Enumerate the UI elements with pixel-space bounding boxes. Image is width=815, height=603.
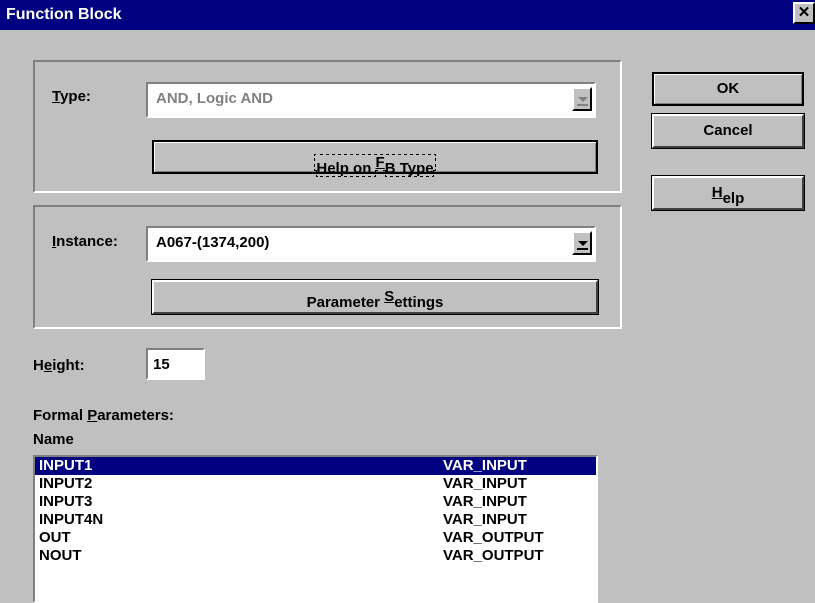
ok-button[interactable]: OK [652, 72, 804, 106]
title-bar: Function Block ✕ [0, 0, 815, 30]
dropdown-arrow-icon [578, 241, 588, 246]
list-item[interactable]: INPUT1 VAR_INPUT [35, 457, 596, 475]
dropdown-arrow-bar [577, 104, 588, 106]
parameter-settings-button[interactable]: Parameter Settings [152, 280, 598, 314]
height-label: Height: [33, 357, 85, 374]
name-column-header: Name [33, 431, 74, 448]
instance-value: A067-(1374,200) [156, 234, 270, 251]
param-name: NOUT [39, 547, 82, 564]
help-fb-pre: Help on [316, 160, 376, 177]
help-on-fb-type-focus: Help on FB Type [314, 154, 436, 177]
type-label: Type: [52, 88, 91, 105]
param-name: INPUT4N [39, 511, 104, 528]
close-button[interactable]: ✕ [793, 2, 815, 24]
list-item[interactable]: OUT VAR_OUTPUT [35, 529, 596, 547]
dropdown-arrow-icon [578, 97, 588, 102]
instance-dropdown-button[interactable] [572, 231, 592, 255]
param-kind: VAR_INPUT [443, 493, 527, 510]
close-icon: ✕ [797, 4, 811, 21]
height-ul: e [43, 357, 53, 374]
param-kind: VAR_OUTPUT [443, 547, 544, 564]
param-name: INPUT3 [39, 493, 93, 510]
param-name: INPUT2 [39, 475, 93, 492]
formal-post: arameters: [97, 407, 174, 424]
param-name: INPUT1 [39, 457, 93, 474]
formal-ul: P [87, 407, 98, 424]
type-dropdown-button [572, 87, 592, 111]
window-title: Function Block [6, 6, 122, 23]
param-name: OUT [39, 529, 71, 546]
param-pre: Parameter [306, 294, 385, 311]
list-item[interactable]: INPUT4N VAR_INPUT [35, 511, 596, 529]
formal-pre: Formal [33, 407, 88, 424]
param-kind: VAR_INPUT [443, 457, 527, 474]
height-post: ight: [52, 357, 85, 374]
help-fb-ul: F [375, 154, 385, 171]
cancel-label: Cancel [703, 122, 753, 139]
height-pre: H [33, 357, 44, 374]
param-kind: VAR_INPUT [443, 511, 527, 528]
height-input[interactable]: 15 [146, 348, 205, 380]
formal-parameters-list[interactable]: INPUT1 VAR_INPUT INPUT2 VAR_INPUT INPUT3… [33, 455, 598, 603]
cancel-button[interactable]: Cancel [652, 114, 804, 148]
param-kind: VAR_OUTPUT [443, 529, 544, 546]
instance-combobox[interactable]: A067-(1374,200) [146, 226, 596, 262]
formal-parameters-label: Formal Parameters: [33, 407, 174, 424]
param-kind: VAR_INPUT [443, 475, 527, 492]
type-label-accel: T [52, 88, 61, 105]
list-item[interactable]: INPUT2 VAR_INPUT [35, 475, 596, 493]
param-post: ettings [394, 294, 444, 311]
type-label-rest: ype: [60, 88, 91, 105]
help-rest: elp [722, 190, 745, 207]
list-item[interactable]: NOUT VAR_OUTPUT [35, 547, 596, 565]
instance-label-rest: nstance: [56, 233, 118, 250]
help-ul: H [711, 184, 723, 201]
ok-label: OK [716, 80, 740, 97]
list-item[interactable]: INPUT3 VAR_INPUT [35, 493, 596, 511]
help-fb-post: B Type [384, 160, 434, 177]
param-ul: S [384, 288, 395, 305]
help-on-fb-type-button[interactable]: Help on FB Type [152, 140, 598, 177]
instance-label: Instance: [52, 233, 118, 250]
type-value: AND, Logic AND [156, 90, 273, 107]
help-button[interactable]: Help [652, 176, 804, 210]
type-combobox: AND, Logic AND [146, 82, 596, 118]
dropdown-arrow-bar [577, 248, 588, 250]
